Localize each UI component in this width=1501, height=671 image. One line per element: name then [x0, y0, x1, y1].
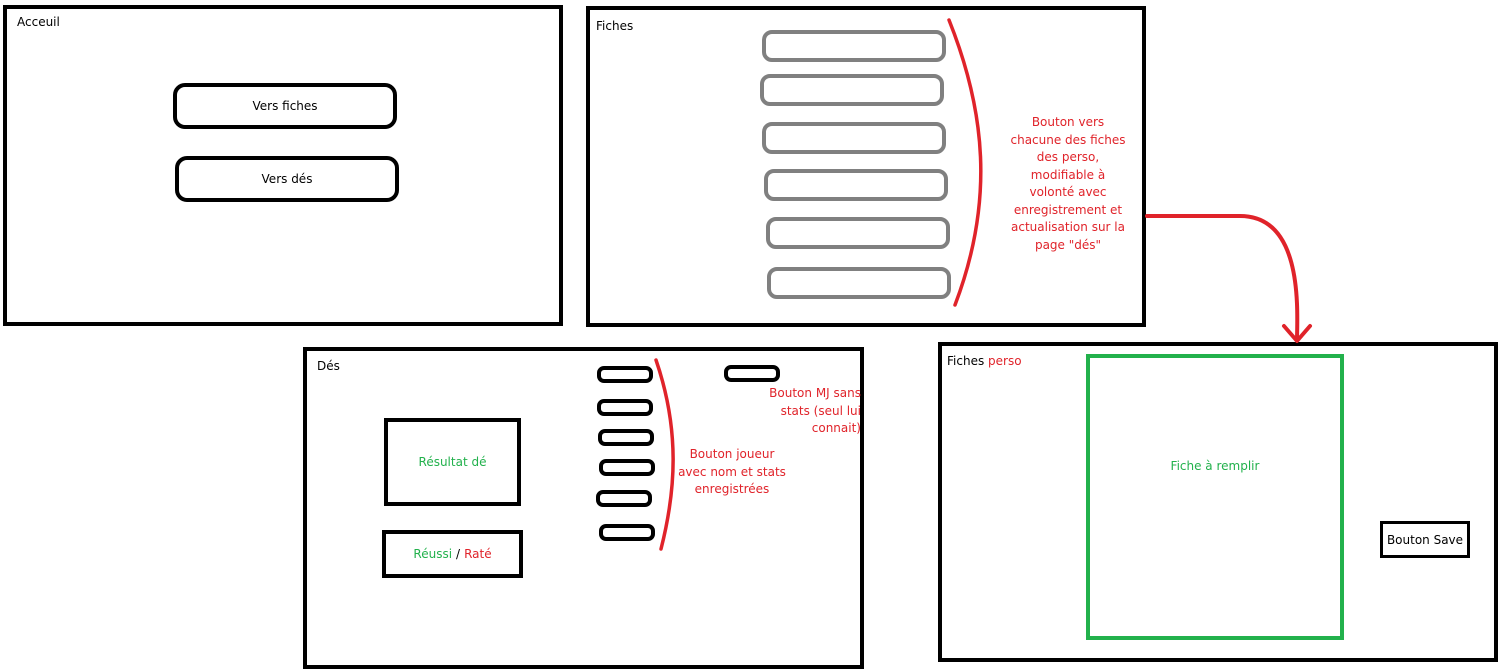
mj-annotation: Bouton MJ sans stats (seul lui connait)	[769, 386, 861, 435]
fiches-perso-frame: Fiches perso Fiche à remplir Bouton Save	[938, 342, 1498, 662]
fail-label: Raté	[464, 547, 492, 561]
success-label: Réussi	[413, 547, 453, 561]
vers-des-button[interactable]: Vers dés	[175, 156, 399, 202]
accueil-frame: Acceuil Vers fiches Vers dés	[3, 5, 563, 326]
player-button[interactable]	[597, 399, 653, 416]
success-fail-box: Réussi / Raté	[382, 530, 523, 578]
fiches-frame: Fiches Bouton vers chacune des fiches de…	[586, 6, 1146, 327]
dice-result-label: Résultat dé	[418, 455, 487, 469]
mj-button[interactable]	[724, 365, 780, 382]
character-sheet-button[interactable]	[767, 267, 951, 299]
player-annotation: Bouton joueur avec nom et stats enregist…	[678, 447, 786, 496]
separator: /	[456, 547, 461, 561]
character-sheet-button[interactable]	[760, 74, 944, 106]
flow-arrow-head	[1282, 324, 1312, 343]
player-button[interactable]	[599, 459, 655, 476]
fiches-title: Fiches	[596, 19, 634, 33]
dice-result-box: Résultat dé	[384, 418, 521, 506]
fiches-perso-title-main: Fiches	[947, 354, 985, 368]
fiches-perso-title-accent: perso	[988, 354, 1022, 368]
accueil-title: Acceuil	[17, 15, 60, 29]
player-button[interactable]	[599, 524, 655, 541]
fiche-a-remplir-label: Fiche à remplir	[1170, 459, 1260, 473]
fiches-perso-title: Fiches perso	[947, 354, 1022, 368]
fiche-a-remplir-box[interactable]: Fiche à remplir	[1086, 354, 1344, 640]
character-sheet-button[interactable]	[762, 30, 946, 62]
character-sheet-button[interactable]	[762, 122, 946, 154]
save-button[interactable]: Bouton Save	[1380, 521, 1470, 558]
player-button[interactable]	[596, 490, 652, 507]
des-title: Dés	[317, 359, 340, 373]
character-sheet-button[interactable]	[766, 217, 950, 249]
player-button[interactable]	[598, 429, 654, 446]
character-sheet-button[interactable]	[764, 169, 948, 201]
fiches-annotation: Bouton vers chacune des fiches des perso…	[1010, 115, 1126, 252]
des-frame: Dés Résultat dé Réussi / Raté Bouton jou…	[303, 347, 864, 669]
vers-fiches-button[interactable]: Vers fiches	[173, 83, 397, 129]
flow-arrow	[1145, 214, 1300, 340]
player-button[interactable]	[597, 366, 653, 383]
